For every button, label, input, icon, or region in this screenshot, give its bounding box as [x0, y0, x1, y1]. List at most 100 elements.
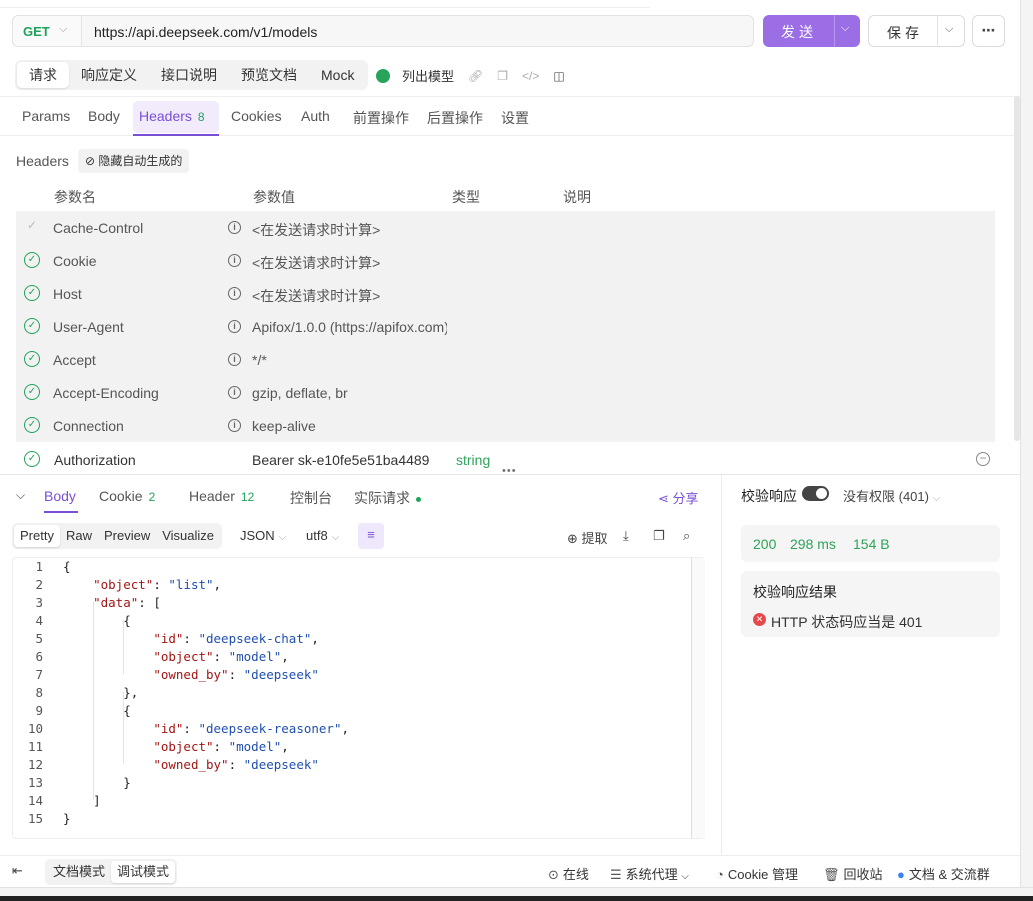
copy-icon[interactable]: ❐: [653, 528, 665, 544]
collapse-chevron-icon[interactable]: ⌵: [16, 488, 25, 503]
line-number: 15: [27, 811, 43, 826]
info-icon[interactable]: i: [228, 419, 241, 432]
tab-pre-actions[interactable]: 前置操作: [353, 108, 409, 128]
chevron-down-icon: ⌵: [331, 532, 340, 543]
code-line: 7 "owned_by": "deepseek": [13, 667, 683, 685]
language-select[interactable]: JSON ⌵: [240, 528, 286, 543]
header-value[interactable]: Bearer sk-e10fe5e51ba4489: [252, 452, 429, 468]
header-name[interactable]: Authorization: [54, 452, 136, 468]
more-icon[interactable]: ⋯: [972, 15, 1005, 47]
header-type[interactable]: string: [456, 452, 490, 468]
info-icon[interactable]: i: [228, 320, 241, 333]
system-proxy[interactable]: ☰ 系统代理 ⌵: [610, 864, 689, 883]
url-input[interactable]: https://api.deepseek.com/v1/models: [82, 15, 754, 47]
check-circle-icon[interactable]: ✓: [24, 384, 40, 400]
header-name: Accept-Encoding: [53, 385, 159, 401]
endpoint-name[interactable]: 列出模型: [402, 66, 454, 85]
check-circle-icon[interactable]: ✓: [24, 451, 40, 467]
chevron-down-icon[interactable]: ⌵: [945, 23, 953, 36]
search-icon[interactable]: ⌕: [683, 528, 690, 544]
save-button[interactable]: 保存 ⌵: [868, 15, 965, 47]
header-name: Cache-Control: [53, 220, 144, 236]
tab-actual-request[interactable]: 实际请求: [354, 488, 421, 508]
format-visualize[interactable]: Visualize: [156, 525, 220, 547]
share-label: 分享: [672, 491, 699, 506]
tab-mock[interactable]: Mock: [309, 62, 366, 88]
tab-response-body[interactable]: Body: [44, 488, 76, 504]
info-icon[interactable]: i: [228, 221, 241, 234]
tab-request[interactable]: 请求: [17, 62, 69, 88]
active-tab-underline: [44, 511, 78, 513]
remove-icon[interactable]: −: [976, 452, 990, 466]
tab-headers[interactable]: Headers 8: [139, 108, 205, 124]
code-text: "object": "model",: [153, 739, 289, 754]
info-icon[interactable]: i: [228, 287, 241, 300]
panel-icon[interactable]: ◫: [553, 69, 564, 83]
code-text: }: [63, 811, 71, 826]
check-circle-icon[interactable]: ✓: [24, 318, 40, 334]
copy-icon[interactable]: ❐: [497, 69, 508, 83]
online-status[interactable]: ⊙ 在线: [548, 864, 589, 883]
mode-docs[interactable]: 文档模式: [47, 861, 111, 883]
active-tab-underline: [133, 134, 219, 136]
header-value: <在发送请求时计算>: [252, 255, 381, 271]
mode-debug[interactable]: 调试模式: [111, 861, 176, 883]
send-button[interactable]: 发送 ⌵: [763, 15, 860, 47]
tab-post-actions[interactable]: 后置操作: [427, 108, 483, 128]
format-preview[interactable]: Preview: [98, 525, 156, 547]
line-number: 4: [35, 613, 43, 628]
check-icon[interactable]: ✓: [24, 219, 40, 235]
method-select[interactable]: GET ⌵: [12, 15, 82, 47]
validate-toggle[interactable]: [802, 486, 829, 501]
tab-api-description[interactable]: 接口说明: [149, 62, 229, 88]
tab-response-header[interactable]: Header 12: [189, 488, 254, 504]
info-icon[interactable]: i: [228, 254, 241, 267]
line-number: 12: [27, 757, 43, 772]
share-button[interactable]: ⋖ 分享: [658, 488, 699, 507]
response-size: 154 B: [853, 536, 890, 552]
hide-auto-button[interactable]: ⊘ 隐藏自动生成的: [78, 149, 190, 173]
panel-divider[interactable]: [721, 475, 722, 855]
check-circle-icon[interactable]: ✓: [24, 252, 40, 268]
info-icon[interactable]: i: [228, 353, 241, 366]
encoding-select[interactable]: utf8 ⌵: [306, 528, 339, 543]
status-code: 200: [753, 536, 777, 552]
line-number: 11: [27, 739, 43, 754]
check-circle-icon[interactable]: ✓: [24, 351, 40, 367]
response-code-viewer[interactable]: 1{2 "object": "list", 3 "data": [4 {5 "id…: [12, 557, 705, 839]
docs-community[interactable]: ● 文档 & 交流群: [897, 864, 990, 883]
tab-console[interactable]: 控制台: [290, 488, 332, 508]
scrollbar[interactable]: [691, 558, 705, 838]
tab-settings[interactable]: 设置: [501, 108, 529, 128]
chevron-down-icon[interactable]: ⌵: [841, 22, 849, 35]
code-icon[interactable]: </>: [522, 69, 539, 83]
tab-preview-docs[interactable]: 预览文档: [229, 62, 309, 88]
tab-auth[interactable]: Auth: [301, 108, 330, 124]
headers-count-badge: 8: [197, 110, 205, 124]
check-circle-icon[interactable]: ✓: [24, 285, 40, 301]
info-icon[interactable]: i: [228, 386, 241, 399]
response-stats: 200 298 ms 154 B: [741, 525, 1000, 562]
extract-label: 提取: [581, 531, 608, 546]
tab-cookies[interactable]: Cookies: [231, 108, 282, 124]
link-icon[interactable]: 🔗︎: [468, 69, 483, 83]
check-circle-icon[interactable]: ✓: [24, 417, 40, 433]
download-icon[interactable]: ⤓: [623, 528, 629, 544]
validation-mode-select[interactable]: 没有权限 (401) ⌵: [843, 486, 940, 505]
format-pretty[interactable]: Pretty: [14, 525, 60, 547]
recycle-bin[interactable]: 🗑︎ 回收站: [823, 864, 883, 883]
cookie-manager[interactable]: ◔ Cookie 管理: [716, 864, 798, 883]
tab-body[interactable]: Body: [88, 108, 120, 124]
column-header-value: 参数值: [253, 189, 295, 205]
extract-button[interactable]: ⊕ 提取: [567, 528, 608, 547]
collapse-sidebar-icon[interactable]: ⇤: [12, 863, 23, 879]
tab-response-definition[interactable]: 响应定义: [69, 62, 149, 88]
eye-off-icon: ⊘: [85, 154, 96, 168]
wrap-lines-icon[interactable]: ≡: [358, 523, 384, 549]
tab-response-cookie[interactable]: Cookie 2: [99, 488, 155, 504]
code-line: 10 "id": "deepseek-reasoner",: [13, 721, 683, 739]
tab-params[interactable]: Params: [22, 108, 70, 124]
validation-result-title: 校验响应结果: [753, 584, 837, 600]
doc-tabs: 请求 响应定义 接口说明 预览文档 Mock: [15, 60, 369, 90]
format-raw[interactable]: Raw: [60, 525, 98, 547]
